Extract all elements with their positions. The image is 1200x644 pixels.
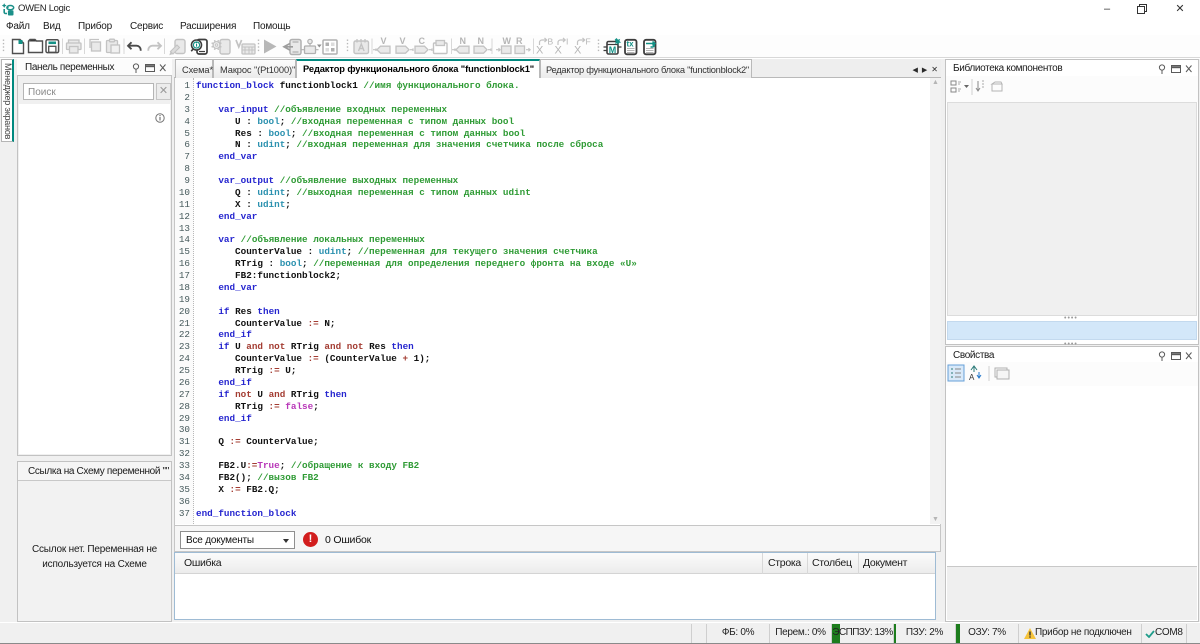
svg-text:X: X [574,45,582,57]
svg-text:C: C [419,36,426,46]
svg-text:A: A [969,373,975,382]
svg-text:N: N [478,36,485,46]
svg-text:F: F [586,37,591,47]
svg-text:X: X [536,45,544,57]
svg-text:N: N [460,36,467,46]
svg-text:R: R [516,36,523,46]
svg-text:I: I [566,37,568,47]
svg-text:V: V [400,36,406,46]
svg-text:tx: tx [627,40,635,49]
svg-text:V: V [381,36,387,46]
svg-text:B: B [548,37,554,47]
svg-text:M: M [609,45,617,55]
svg-text:X: X [555,45,563,57]
svg-text:W: W [503,36,512,46]
